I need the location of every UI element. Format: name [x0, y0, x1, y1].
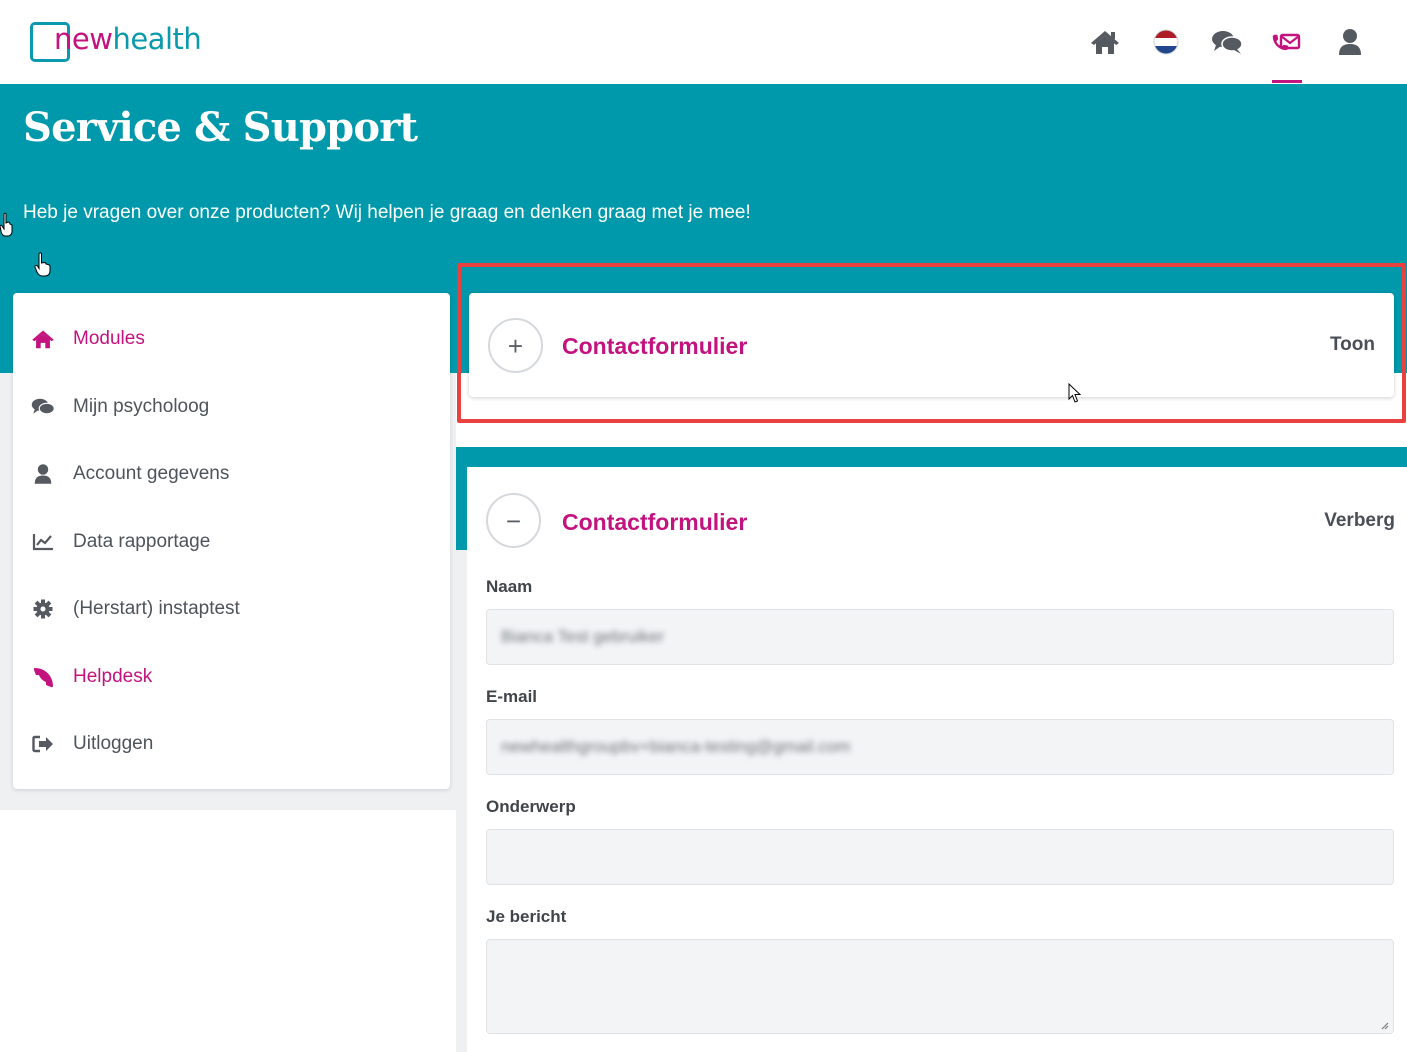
email-value: newhealthgroupbv+bianca-testing@gmail.co… [501, 737, 851, 756]
hide-toggle[interactable]: Verberg [1324, 510, 1395, 532]
page-title: Service & Support [23, 104, 418, 151]
sidebar-item-label: Account gegevens [73, 463, 230, 484]
card-title: Contactformulier [562, 333, 748, 359]
sidebar-item-label: Uitloggen [73, 733, 154, 754]
newhealth-logo[interactable]: newhealth [30, 20, 202, 64]
bericht-label: Je bericht [486, 907, 567, 926]
home-icon[interactable] [1087, 24, 1123, 60]
dutch-flag-icon[interactable] [1148, 24, 1184, 60]
line-chart-icon [31, 530, 55, 554]
sidebar-item-label: Helpdesk [73, 666, 153, 687]
plus-icon: + [507, 330, 524, 361]
sidebar-item-uitloggen[interactable]: Uitloggen [13, 714, 450, 774]
phone-icon [31, 665, 55, 689]
chat-icon[interactable] [1209, 24, 1245, 60]
contact-mail-icon[interactable] [1269, 24, 1305, 60]
bericht-textarea[interactable] [486, 939, 1394, 1034]
logout-icon [31, 732, 55, 756]
sidebar-item-modules[interactable]: Modules [13, 309, 450, 369]
resize-handle-icon[interactable] [1379, 1020, 1389, 1030]
minus-icon: − [505, 505, 522, 536]
user-icon [31, 462, 55, 486]
collapse-button[interactable]: − [486, 493, 541, 548]
page-subtitle: Heb je vragen over onze producten? Wij h… [23, 202, 751, 223]
sidebar-item-helpdesk[interactable]: Helpdesk [13, 647, 450, 707]
sidebar-menu: Modules Mijn psycholoog Account gegevens… [13, 293, 450, 789]
sidebar-item-data-rapportage[interactable]: Data rapportage [13, 512, 450, 572]
onderwerp-label: Onderwerp [486, 797, 576, 816]
sidebar-item-mijn-psycholoog[interactable]: Mijn psycholoog [13, 377, 450, 437]
show-toggle[interactable]: Toon [1330, 334, 1375, 356]
top-navbar: newhealth [0, 0, 1407, 84]
sidebar-item-herstart-instaptest[interactable]: (Herstart) instaptest [13, 579, 450, 639]
sidebar-item-label: (Herstart) instaptest [73, 598, 240, 619]
active-nav-indicator [1272, 80, 1302, 83]
expand-button[interactable]: + [488, 318, 543, 373]
sidebar-item-label: Data rapportage [73, 531, 211, 552]
sidebar-item-account-gegevens[interactable]: Account gegevens [13, 444, 450, 504]
gear-icon [31, 597, 55, 621]
user-icon[interactable] [1332, 24, 1368, 60]
contactform-card-expanded: − Contactformulier Verberg Naam Bianca T… [467, 467, 1407, 1052]
home-icon [31, 327, 55, 351]
chat-icon [31, 395, 55, 419]
onderwerp-input[interactable] [486, 829, 1394, 885]
naam-input[interactable]: Bianca Test gebruiker [486, 609, 1394, 665]
contactform-card-collapsed: + Contactformulier Toon [469, 293, 1394, 397]
sidebar-item-label: Mijn psycholoog [73, 396, 210, 417]
naam-value: Bianca Test gebruiker [501, 627, 665, 646]
email-input[interactable]: newhealthgroupbv+bianca-testing@gmail.co… [486, 719, 1394, 775]
logo-text: newhealth [54, 22, 202, 56]
email-label: E-mail [486, 687, 538, 706]
card-title: Contactformulier [562, 509, 748, 535]
sidebar-item-label: Modules [73, 328, 145, 349]
naam-label: Naam [486, 577, 533, 596]
